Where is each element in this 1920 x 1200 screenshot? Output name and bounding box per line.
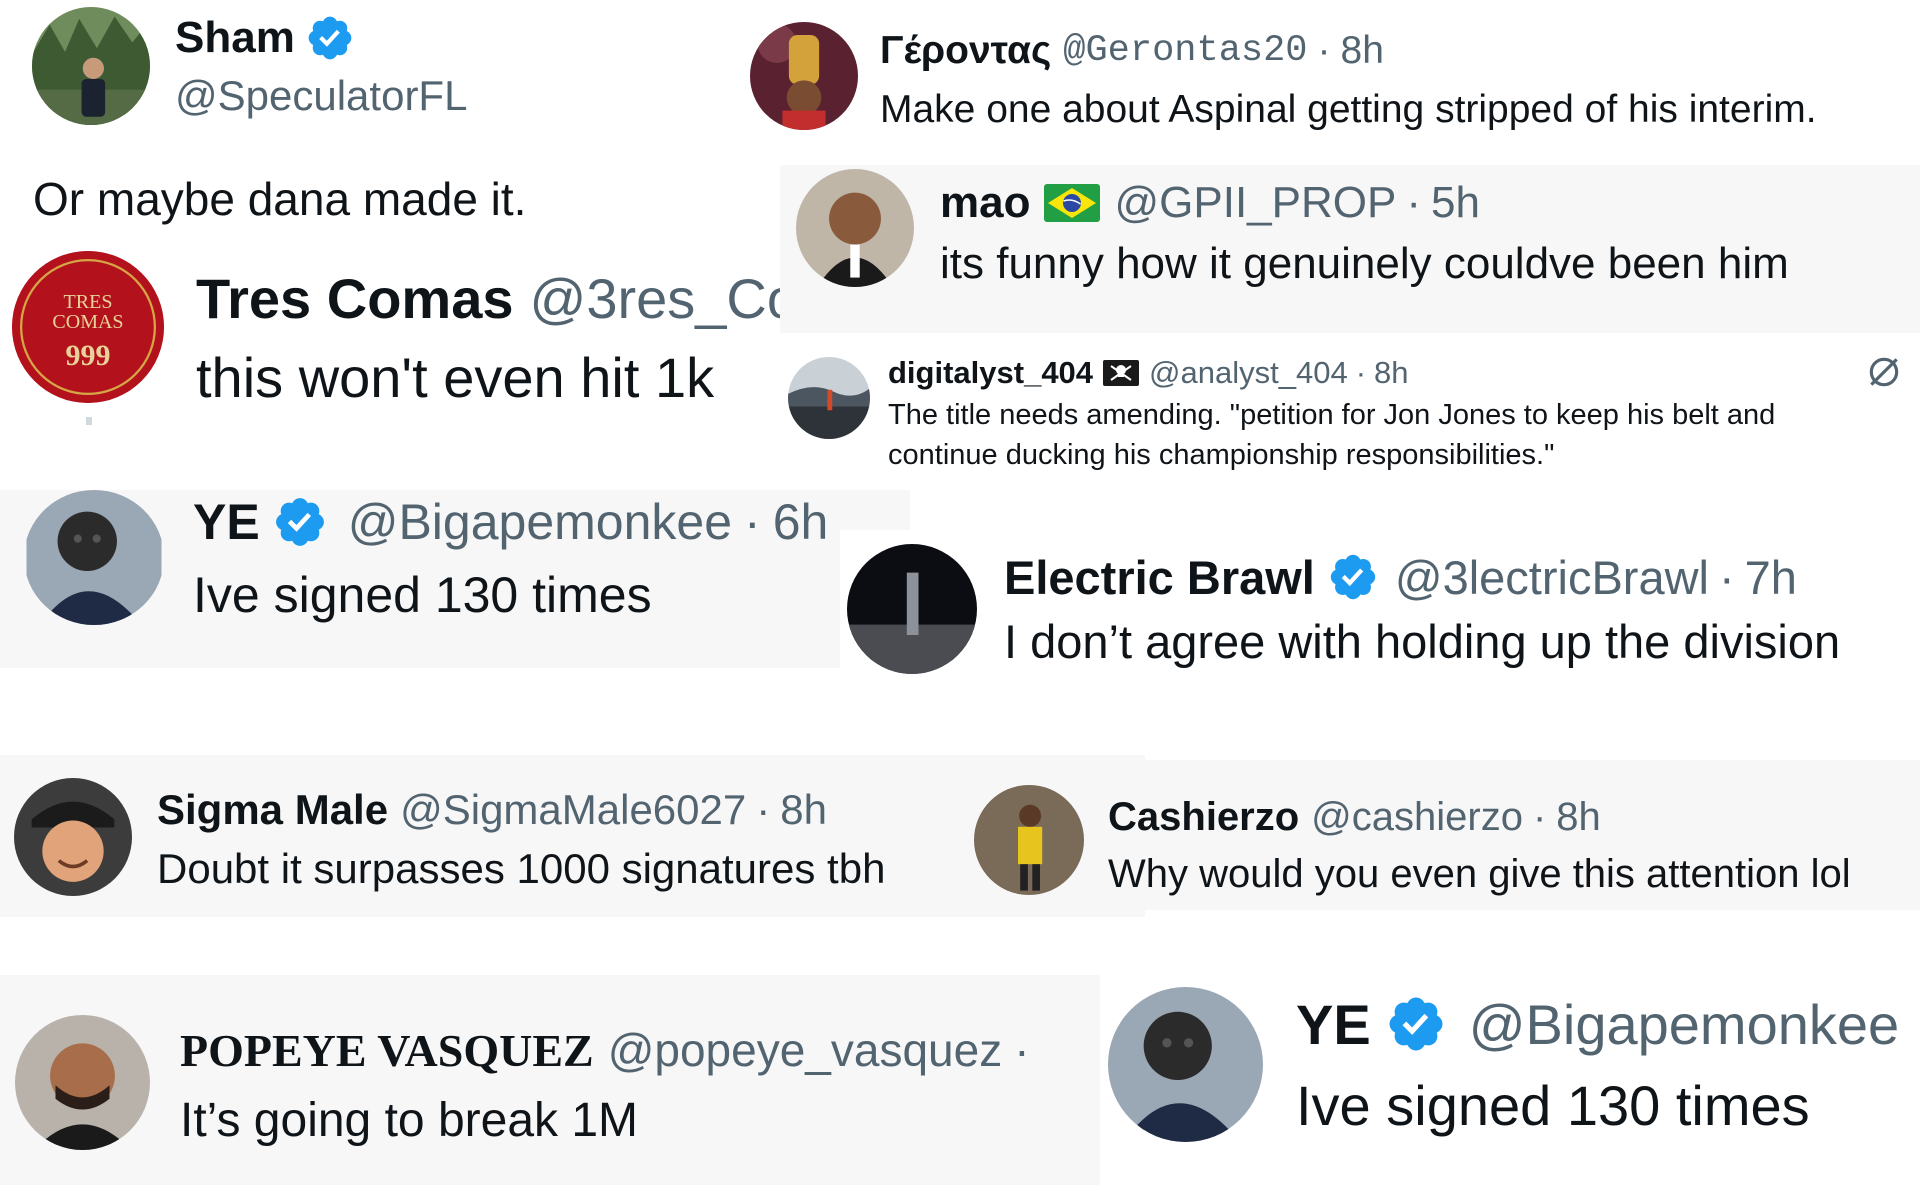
separator: ·	[1317, 29, 1331, 72]
avatar-text: COMAS	[52, 311, 124, 333]
author-handle[interactable]: @GPII_PROP	[1114, 178, 1396, 228]
tweet-header: Sham	[175, 8, 355, 68]
verified-badge-icon	[1327, 551, 1379, 603]
author-handle[interactable]: @popeye_vasquez	[608, 1023, 1003, 1077]
tweet-tres-comas: TRES COMAS 999 Tres Comas @3res_Co this …	[0, 245, 780, 490]
tweet-text: I don’t agree with holding up the divisi…	[1004, 615, 1841, 668]
author-handle[interactable]: @Bigapemonkee	[1469, 992, 1899, 1057]
author-name[interactable]: Γέροντας	[880, 29, 1051, 73]
tweet-header: mao @GPII_PROP · 5h	[940, 175, 1480, 230]
tweet-header: YE @Bigapemonkee	[1296, 989, 1899, 1059]
author-name[interactable]: mao	[940, 178, 1030, 228]
tweet-text: Ive signed 130 times	[1296, 1074, 1810, 1137]
tweet-ye-1: YE @Bigapemonkee · 6h Ive signed 130 tim…	[0, 490, 910, 668]
tweet-digitalyst: digitalyst_404 @analyst_404 · 8h The tit…	[780, 333, 1920, 490]
timestamp[interactable]: 7h	[1745, 550, 1797, 605]
author-handle[interactable]: @Gerontas20	[1063, 30, 1307, 72]
avatar-ye[interactable]	[24, 490, 164, 625]
author-name[interactable]: YE	[1296, 992, 1371, 1057]
verified-badge-icon	[272, 494, 328, 550]
brazil-flag-icon	[1044, 183, 1101, 222]
tweet-header: Electric Brawl @3lectricBrawl · 7h	[1004, 546, 1797, 608]
verified-badge-icon	[305, 13, 355, 63]
author-handle[interactable]: @Bigapemonkee	[348, 493, 732, 551]
slashed-circle-icon[interactable]	[1865, 353, 1903, 391]
avatar-popeye[interactable]	[15, 1015, 150, 1150]
separator: ·	[756, 785, 771, 833]
author-name[interactable]: Electric Brawl	[1004, 550, 1315, 605]
tweet-text: this won't even hit 1k	[196, 346, 715, 409]
timestamp[interactable]: 6h	[773, 493, 829, 551]
avatar-sigma-male[interactable]	[14, 778, 132, 896]
verified-badge-icon	[1385, 993, 1447, 1055]
separator: ·	[1532, 794, 1547, 839]
tweet-ye-2: YE @Bigapemonkee Ive signed 130 times	[1100, 965, 1920, 1175]
tweet-text: its funny how it genuinely couldve been …	[940, 239, 1789, 288]
separator: ·	[1014, 1024, 1030, 1076]
avatar-sham[interactable]	[32, 7, 150, 125]
timestamp[interactable]: 8h	[1341, 29, 1384, 73]
pirate-flag-icon	[1103, 360, 1140, 386]
avatar-tres-comas[interactable]: TRES COMAS 999	[12, 251, 164, 403]
separator: ·	[1718, 550, 1735, 604]
author-handle[interactable]: @3lectricBrawl	[1395, 550, 1709, 605]
author-name[interactable]: digitalyst_404	[888, 355, 1093, 391]
avatar-electric-brawl[interactable]	[847, 544, 977, 674]
thread-dot	[86, 417, 92, 425]
separator: ·	[744, 494, 761, 550]
timestamp[interactable]: 8h	[1374, 355, 1408, 391]
tweet-header: Γέροντας @Gerontas20 · 8h	[880, 26, 1384, 76]
avatar-cashierzo[interactable]	[974, 785, 1084, 895]
author-name[interactable]: Sigma Male	[157, 786, 388, 834]
author-handle[interactable]: @cashierzo	[1311, 795, 1523, 840]
avatar-gerontas[interactable]	[750, 22, 858, 130]
avatar-ye[interactable]	[1108, 987, 1263, 1142]
avatar-mao[interactable]	[796, 169, 914, 287]
tweet-text: Why would you even give this attention l…	[1108, 852, 1851, 896]
tweet-sham: Sham @SpeculatorFL Or maybe dana made it…	[0, 0, 745, 245]
author-handle[interactable]: @SpeculatorFL	[175, 72, 467, 120]
tweet-text-line-2: continue ducking his championship respon…	[888, 439, 1555, 471]
author-handle[interactable]: @SigmaMale6027	[400, 786, 746, 834]
timestamp[interactable]: 8h	[780, 786, 827, 834]
author-name[interactable]: YE	[193, 493, 260, 551]
author-handle[interactable]: @3res_Co	[530, 266, 781, 331]
tweet-electric-brawl: Electric Brawl @3lectricBrawl · 7h I don…	[840, 530, 1920, 680]
tweet-header: POPEYE VASQUEZ @popeye_vasquez ·	[180, 1019, 1030, 1081]
handle-row: @SpeculatorFL	[175, 66, 467, 126]
tweet-text: Doubt it surpasses 1000 signatures tbh	[157, 845, 886, 892]
timestamp[interactable]: 5h	[1431, 178, 1480, 228]
avatar-digitalyst[interactable]	[788, 357, 870, 439]
tweet-text: It’s going to break 1M	[180, 1094, 639, 1147]
tweet-header: Sigma Male @SigmaMale6027 · 8h	[157, 782, 827, 837]
tweet-text: Ive signed 130 times	[193, 567, 652, 623]
author-name[interactable]: Sham	[175, 13, 295, 63]
tweet-header: Tres Comas @3res_Co	[196, 263, 780, 333]
author-handle[interactable]: @analyst_404	[1149, 355, 1348, 391]
tweet-mao: mao @GPII_PROP · 5h its funny how it gen…	[780, 165, 1920, 333]
avatar-text: 999	[65, 339, 111, 372]
author-name[interactable]: Tres Comas	[196, 266, 514, 331]
tweet-gerontas: Γέροντας @Gerontas20 · 8h Make one about…	[745, 0, 1920, 165]
tweet-header: YE @Bigapemonkee · 6h	[193, 492, 828, 552]
author-name[interactable]: POPEYE VASQUEZ	[180, 1024, 594, 1077]
author-name[interactable]: Cashierzo	[1108, 795, 1299, 840]
tweet-header: Cashierzo @cashierzo · 8h	[1108, 790, 1601, 844]
tweet-popeye: POPEYE VASQUEZ @popeye_vasquez · It’s go…	[0, 975, 1100, 1185]
separator: ·	[1406, 177, 1421, 227]
tweet-text: Make one about Aspinal getting stripped …	[880, 88, 1817, 131]
tweet-text-line-1: The title needs amending. "petition for …	[888, 399, 1776, 431]
timestamp[interactable]: 8h	[1556, 795, 1601, 840]
tweet-cashierzo: Cashierzo @cashierzo · 8h Why would you …	[960, 760, 1920, 910]
tweet-text: Or maybe dana made it.	[33, 173, 527, 225]
separator: ·	[1355, 355, 1367, 390]
tweet-header: digitalyst_404 @analyst_404 · 8h	[888, 353, 1409, 393]
